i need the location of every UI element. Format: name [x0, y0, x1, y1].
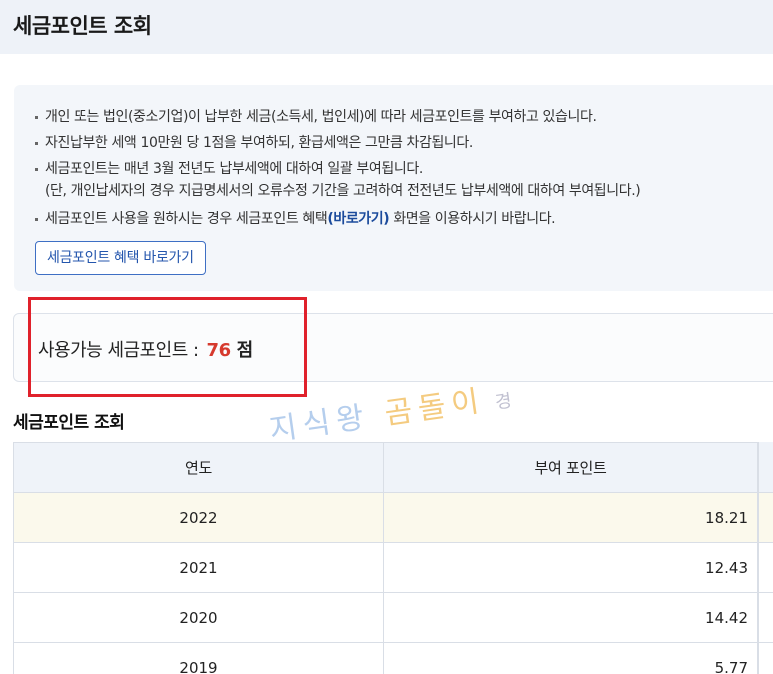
notice-item: 세금포인트 사용을 원하시는 경우 세금포인트 혜택(바로가기) 화면을 이용하…	[33, 208, 640, 234]
benefit-inline-link[interactable]: (바로가기)	[327, 211, 389, 227]
cell-points: 14.42	[383, 592, 758, 643]
table-row[interactable]: 2021 12.43	[13, 542, 758, 593]
cropped-cell	[759, 543, 773, 593]
cell-year: 2019	[13, 642, 384, 674]
watermark-text: 경	[493, 389, 520, 414]
cell-points: 12.43	[383, 542, 758, 593]
table-row[interactable]: 2020 14.42	[13, 592, 758, 643]
notice-text: 자진납부한 세액 10만원 당 1점을 부여하되, 환급세액은 그만큼 차감됩니…	[45, 135, 473, 151]
cell-points: 5.77	[383, 642, 758, 674]
notice-item: 세금포인트는 매년 3월 전년도 납부세액에 대하여 일괄 부여됩니다. (단,…	[33, 158, 641, 208]
watermark-text: 지식왕	[267, 399, 372, 449]
table-header-row: 연도 부여 포인트	[13, 442, 758, 493]
notice-text: 개인 또는 법인(중소기업)이 납부한 세금(소득세, 법인세)에 따라 세금포…	[45, 109, 597, 125]
notice-text: 화면을 이용하시기 바랍니다.	[389, 211, 556, 227]
cell-points: 18.21	[383, 492, 758, 543]
points-table: 연도 부여 포인트 2022 18.21 2021 12.43 2020 14.…	[13, 442, 758, 674]
notice-text: 세금포인트 사용을 원하시는 경우 세금포인트 혜택	[45, 211, 328, 227]
notice-box: 개인 또는 법인(중소기업)이 납부한 세금(소득세, 법인세)에 따라 세금포…	[14, 85, 773, 291]
cropped-header-cell	[759, 442, 773, 493]
section-title: 세금포인트 조회	[13, 413, 125, 433]
page-title: 세금포인트 조회	[13, 14, 152, 38]
notice-list: 개인 또는 법인(중소기업)이 납부한 세금(소득세, 법인세)에 따라 세금포…	[33, 106, 641, 234]
cell-year: 2022	[13, 492, 384, 543]
notice-subtext: (단, 개인납세자의 경우 지급명세서의 오류수정 기간을 고려하여 전전년도 …	[45, 183, 641, 199]
column-header-points[interactable]: 부여 포인트	[383, 442, 758, 493]
table-cropped-column	[758, 442, 773, 674]
cell-year: 2020	[13, 592, 384, 643]
column-header-year[interactable]: 연도	[13, 442, 384, 493]
page-header: 세금포인트 조회	[0, 0, 773, 54]
notice-item: 개인 또는 법인(중소기업)이 납부한 세금(소득세, 법인세)에 따라 세금포…	[33, 106, 640, 132]
benefit-shortcut-button[interactable]: 세금포인트 혜택 바로가기	[35, 241, 206, 275]
table-row[interactable]: 2022 18.21	[13, 492, 758, 543]
highlight-annotation-box	[28, 297, 307, 397]
watermark-text: 곰돌이	[382, 383, 488, 432]
notice-item: 자진납부한 세액 10만원 당 1점을 부여하되, 환급세액은 그만큼 차감됩니…	[33, 132, 640, 158]
notice-text: 세금포인트는 매년 3월 전년도 납부세액에 대하여 일괄 부여됩니다.	[45, 161, 423, 177]
table-row[interactable]: 2019 5.77	[13, 642, 758, 674]
cell-year: 2021	[13, 542, 384, 593]
cropped-cell	[759, 593, 773, 643]
tax-point-page: 세금포인트 조회 개인 또는 법인(중소기업)이 납부한 세금(소득세, 법인세…	[0, 0, 773, 674]
cropped-cell	[759, 493, 773, 543]
